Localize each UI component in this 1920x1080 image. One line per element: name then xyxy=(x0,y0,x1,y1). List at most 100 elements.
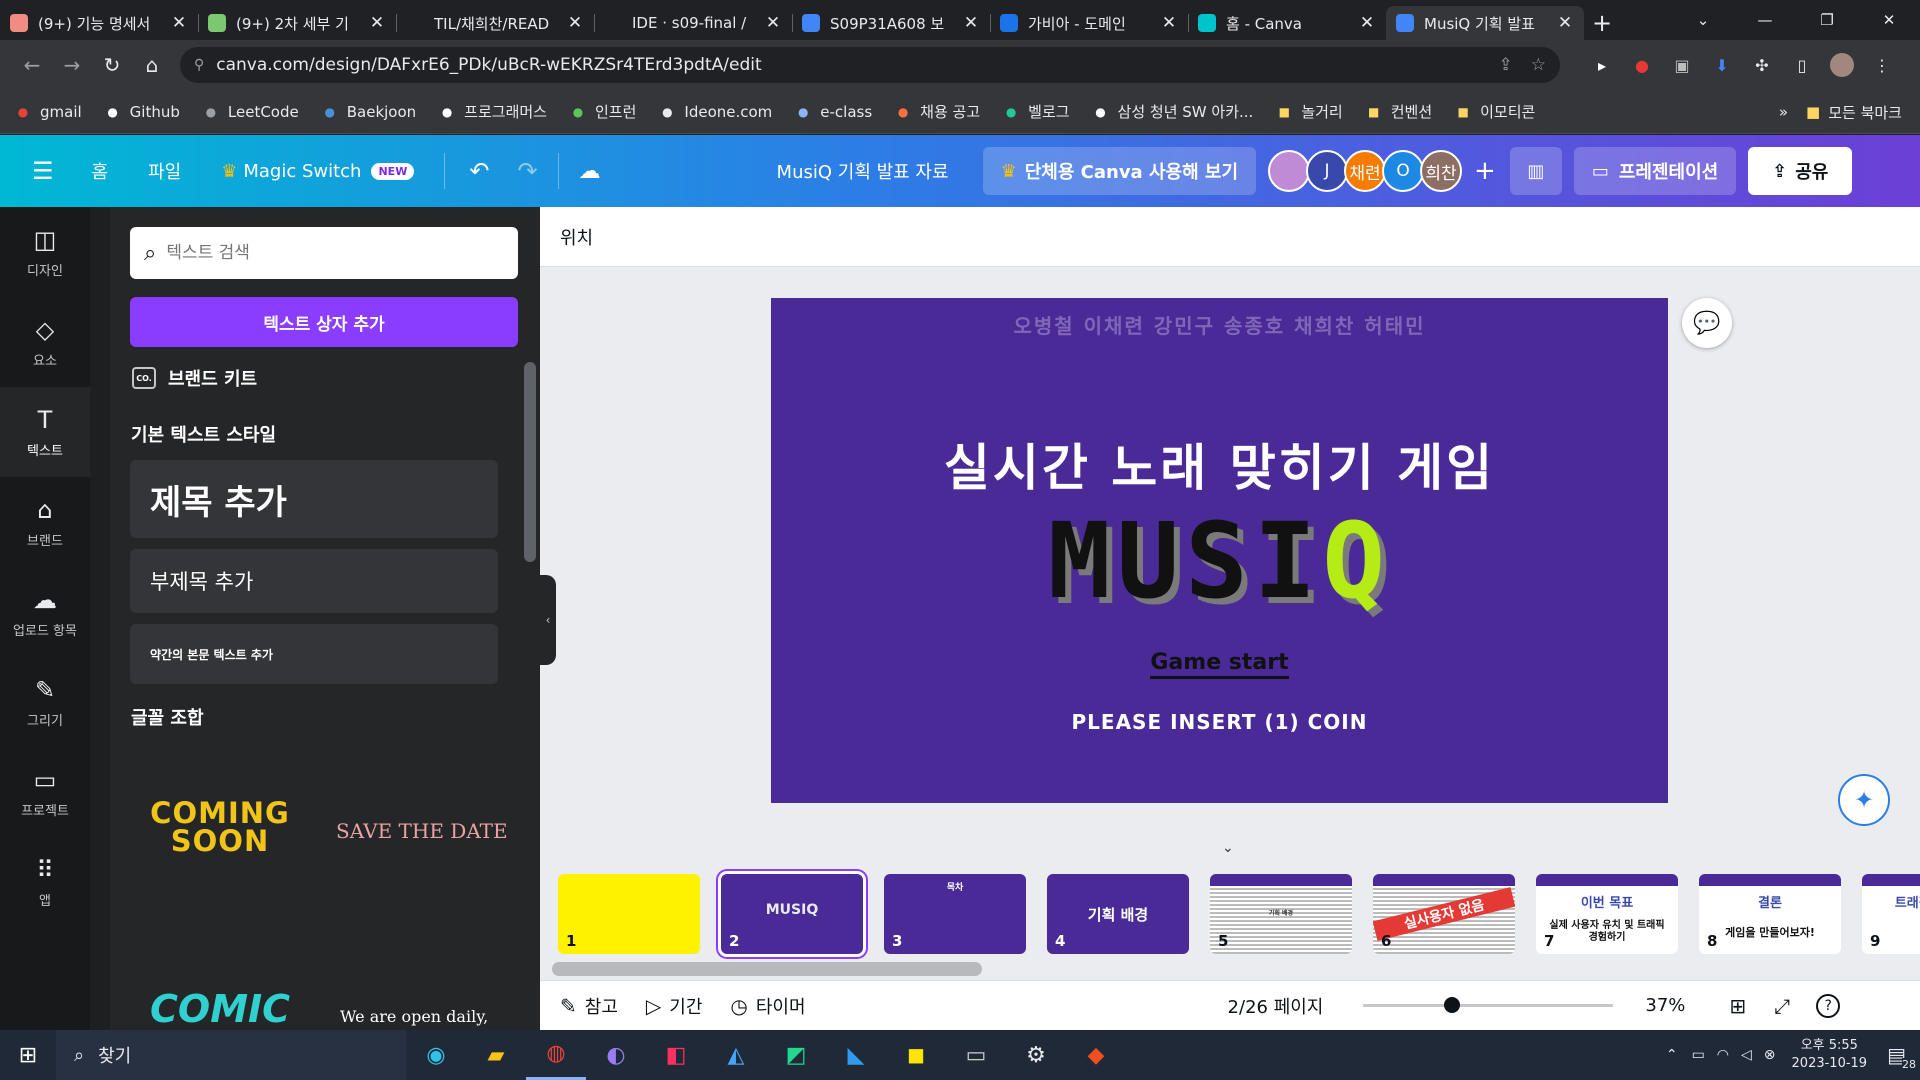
game-start-text[interactable]: Game start xyxy=(771,650,1668,679)
rail-item[interactable]: ▭ 프로젝트 xyxy=(0,747,90,837)
red-extension-icon[interactable]: ● xyxy=(1622,45,1662,85)
panel-scrollbar-thumb[interactable] xyxy=(524,362,536,562)
chrome-menu-icon[interactable]: ⋮ xyxy=(1862,45,1902,85)
rail-item[interactable]: T 텍스트 xyxy=(0,387,90,477)
try-team-canva-button[interactable]: ♛ 단체용 Canva 사용해 보기 xyxy=(982,147,1257,195)
bookmark-item[interactable]: ■ 이모티콘 xyxy=(1454,101,1535,122)
tray-overflow-icon[interactable]: ⌃ xyxy=(1666,1047,1678,1063)
bookmark-item[interactable]: ● gmail xyxy=(14,103,82,121)
page-indicator[interactable]: 2/26 페이지 xyxy=(1228,993,1324,1019)
bookmark-item[interactable]: ● 인프런 xyxy=(569,101,637,122)
tab-close-icon[interactable]: ✕ xyxy=(566,13,584,33)
terminal-icon[interactable]: ▭ xyxy=(946,1030,1006,1080)
combo-we-are-open[interactable]: We are open daily, xyxy=(340,1007,488,1026)
clock[interactable]: 오후 5:55 2023-10-19 xyxy=(1792,1037,1868,1073)
windows-start-icon[interactable]: ⊞ xyxy=(0,1030,56,1080)
page-thumbnail[interactable]: 기획 배경 4 xyxy=(1047,874,1189,954)
page-thumbnail[interactable]: 이번 목표 실제 사용자 유치 및 트래픽 경험하기 7 xyxy=(1536,874,1678,954)
page-thumbnail[interactable]: 1 xyxy=(558,874,700,954)
wifi-icon[interactable]: ◠ xyxy=(1717,1047,1729,1063)
add-heading-button[interactable]: 제목 추가 xyxy=(130,460,498,538)
filmstrip-collapse-icon[interactable]: ⌄ xyxy=(1222,840,1234,856)
home-button[interactable]: ⌂ xyxy=(132,45,172,85)
tab-close-icon[interactable]: ✕ xyxy=(764,13,782,33)
help-icon[interactable]: ? xyxy=(1816,993,1841,1018)
bookmark-item[interactable]: ● Baekjoon xyxy=(321,103,416,121)
browser-tab[interactable]: (9+) 기능 명세서 ✕ xyxy=(0,6,198,40)
zoom-slider-knob[interactable] xyxy=(1444,997,1461,1013)
bookmark-item[interactable]: ● 프로그래머스 xyxy=(438,101,547,122)
present-button[interactable]: ▭ 프레젠테이션 xyxy=(1573,147,1737,195)
datagrip-icon[interactable]: ◩ xyxy=(766,1030,826,1080)
rail-item[interactable]: ⌂ 브랜드 xyxy=(0,477,90,567)
bookmark-item[interactable]: ● LeetCode xyxy=(202,103,299,121)
figma-icon[interactable]: ◆ xyxy=(1066,1030,1126,1080)
file-menu[interactable]: 파일 xyxy=(148,158,181,184)
notification-center[interactable]: ▤ 28 xyxy=(1887,1043,1916,1071)
combo-coming-soon[interactable]: COMING SOON xyxy=(140,799,300,856)
bookmark-item[interactable]: ■ 놀거리 xyxy=(1275,101,1343,122)
download-extension-icon[interactable]: ⬇ xyxy=(1702,45,1742,85)
share-button[interactable]: ⇪ 공유 xyxy=(1748,147,1853,195)
edge-icon[interactable]: ◉ xyxy=(406,1030,466,1080)
page-thumbnail[interactable]: 실사용자 없음 6 xyxy=(1373,874,1515,954)
tab-search-icon[interactable]: ⌄ xyxy=(1672,0,1734,40)
volume-icon[interactable]: ◁ xyxy=(1741,1047,1752,1063)
magic-assistant-icon[interactable]: ✦ xyxy=(1838,774,1890,826)
all-bookmarks-link[interactable]: 모든 북마크 xyxy=(1828,102,1902,123)
bookmark-star-icon[interactable]: ☆ xyxy=(1531,55,1546,75)
close-window-button[interactable]: ✕ xyxy=(1858,0,1920,40)
page-thumbnail[interactable]: 결론 게임을 만들어보자! 8 xyxy=(1699,874,1841,954)
bookmark-item[interactable]: ● 벨로그 xyxy=(1002,101,1070,122)
tab-close-icon[interactable]: ✕ xyxy=(962,13,980,33)
hamburger-menu-icon[interactable]: ☰ xyxy=(32,157,54,185)
browser-tab[interactable]: IDE · s09-final / ✕ xyxy=(594,6,792,40)
page-thumbnail[interactable]: 트래픽의 늘어 9 xyxy=(1862,874,1920,954)
terminal-extension-icon[interactable]: ▸ xyxy=(1582,45,1622,85)
mute-icon[interactable]: ⊗ xyxy=(1764,1047,1776,1063)
file-explorer-icon[interactable]: ▰ xyxy=(466,1030,526,1080)
settings-icon[interactable]: ⚙ xyxy=(1006,1030,1066,1080)
bookmark-item[interactable]: ● Github xyxy=(104,103,179,121)
notes-button[interactable]: ✎ 참고 xyxy=(560,993,618,1019)
browser-tab[interactable]: 홈 - Canva ✕ xyxy=(1188,6,1386,40)
collaborator-avatar[interactable] xyxy=(1268,150,1311,192)
add-subheading-button[interactable]: 부제목 추가 xyxy=(130,549,498,613)
browser-tab[interactable]: 가비아 - 도메인 ✕ xyxy=(990,6,1188,40)
browser-tab[interactable]: TIL/채희찬/READ ✕ xyxy=(396,6,594,40)
tab-close-icon[interactable]: ✕ xyxy=(1358,13,1376,33)
text-search-box[interactable]: ⌕ xyxy=(130,227,518,279)
document-title[interactable]: MusiQ 기획 발표 자료 xyxy=(777,158,949,184)
battery-icon[interactable]: ▭ xyxy=(1692,1047,1705,1063)
combo-comic[interactable]: COMIC xyxy=(150,987,290,1030)
timer-button[interactable]: ◷ 타이머 xyxy=(730,993,805,1019)
app-store-icon[interactable]: ◭ xyxy=(706,1030,766,1080)
intellij-icon[interactable]: ◧ xyxy=(646,1030,706,1080)
bookmark-item[interactable]: ■ 컨벤션 xyxy=(1365,101,1432,122)
rail-scrollbar[interactable] xyxy=(90,207,110,1030)
magic-switch-button[interactable]: ♛ Magic Switch NEW xyxy=(221,161,415,182)
address-bar[interactable]: ⚲ canva.com/design/DAFxrE6_PDk/uBcR-wEKR… xyxy=(180,47,1560,83)
browser-tab[interactable]: (9+) 2차 세부 기 ✕ xyxy=(198,6,396,40)
github-desktop-icon[interactable]: ◐ xyxy=(586,1030,646,1080)
bookmark-item[interactable]: ● Ideone.com xyxy=(658,103,772,121)
team-names[interactable]: 오병철 이채련 강민구 송종호 채희찬 허태민 xyxy=(771,310,1668,339)
collaborator-avatar[interactable]: 채련 xyxy=(1344,150,1387,192)
restore-button[interactable]: ❐ xyxy=(1796,0,1858,40)
page-thumbnail[interactable]: 기획 배경 5 xyxy=(1210,874,1352,954)
bookmarks-overflow-button[interactable]: » xyxy=(1779,103,1788,121)
duration-button[interactable]: ▷ 기간 xyxy=(646,993,703,1019)
rail-item[interactable]: ✎ 그리기 xyxy=(0,657,90,747)
slide-canvas[interactable]: 오병철 이채련 강민구 송종호 채희찬 허태민 실시간 노래 맞히기 게임 MU… xyxy=(771,298,1668,803)
collaborator-avatar[interactable]: 희찬 xyxy=(1420,150,1463,192)
add-textbox-button[interactable]: 텍스트 상자 추가 xyxy=(130,297,518,347)
collaborator-avatar[interactable]: O xyxy=(1382,150,1425,192)
brand-kit-link[interactable]: CO. 브랜드 키트 xyxy=(132,365,257,391)
undo-icon[interactable]: ↶ xyxy=(469,157,489,185)
add-body-text-button[interactable]: 약간의 본문 텍스트 추가 xyxy=(130,624,498,684)
filmstrip-scrollbar-thumb[interactable] xyxy=(552,962,982,976)
bookmark-item[interactable]: ● e-class xyxy=(794,103,872,121)
slide-subtitle[interactable]: 실시간 노래 맞히기 게임 xyxy=(771,428,1668,500)
new-tab-button[interactable]: + xyxy=(1584,6,1620,40)
home-menu[interactable]: 홈 xyxy=(92,158,109,184)
